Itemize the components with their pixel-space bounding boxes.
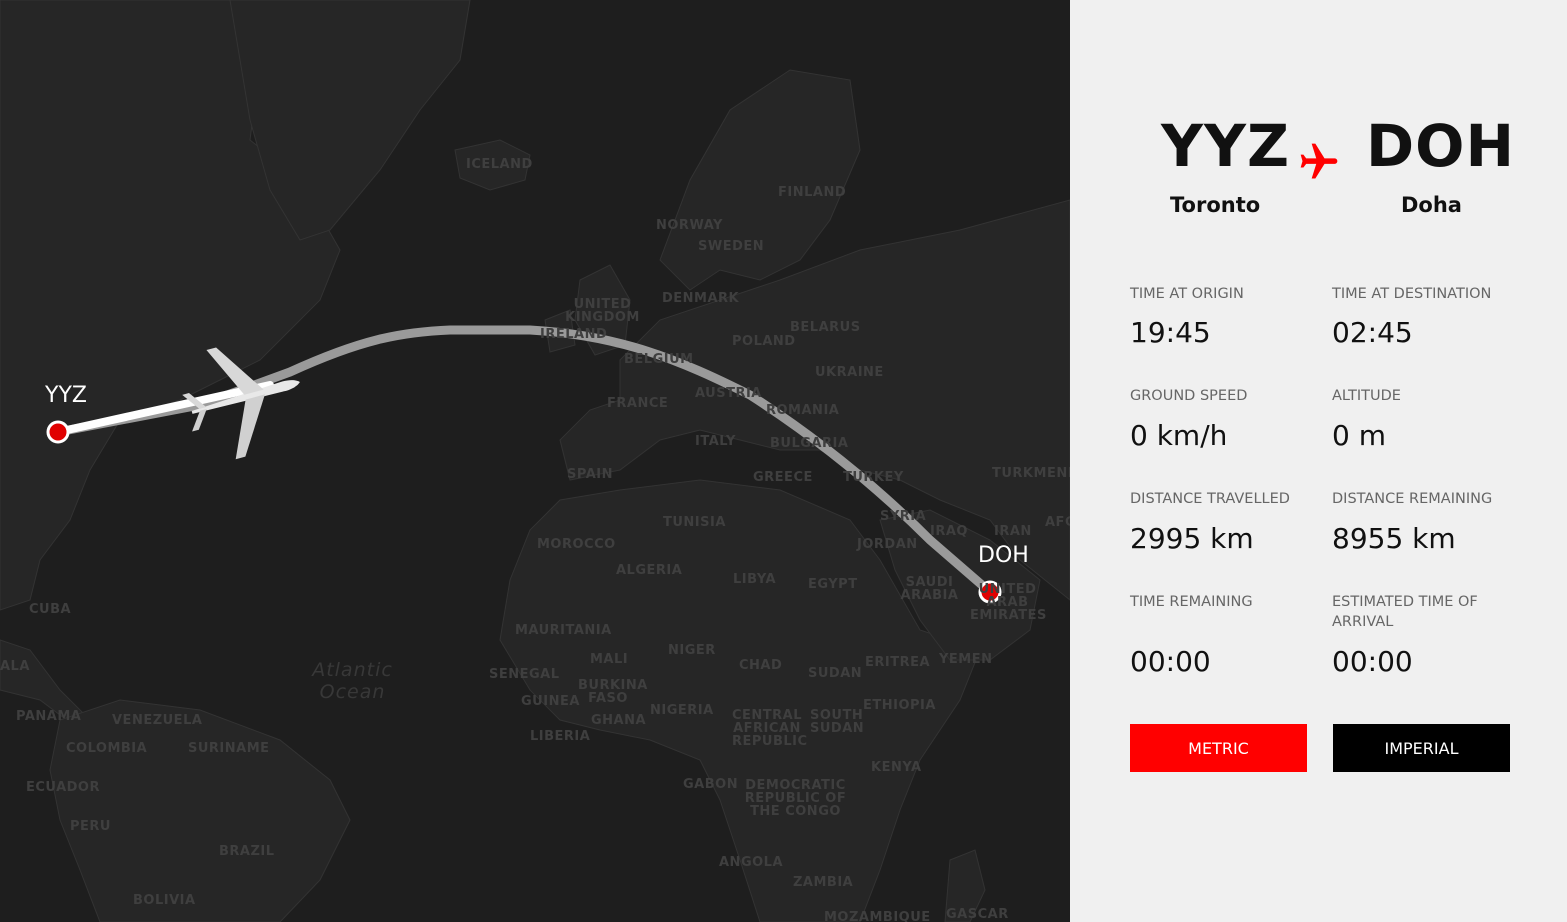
map-label-liberia: LIBERIA [530,729,591,744]
map-label-gabon: GABON [683,777,739,792]
map-label-libya: LIBYA [733,572,777,587]
map-label-morocco: MOROCCO [537,537,616,552]
map-label-mozambique: MOZAMBIQUE [824,910,931,922]
map-label-tunisia: TUNISIA [663,515,726,530]
distance-travelled-value: 2995 km [1130,522,1254,555]
plane-icon [1300,143,1338,179]
map-label-yemen: YEMEN [939,652,993,667]
time-at-destination-value: 02:45 [1332,316,1413,349]
map-label-car: CENTRAL AFRICAN REPUBLIC [732,708,808,749]
distance-remaining-value: 8955 km [1332,522,1456,555]
map-label-united-kingdom: UNITED KINGDOM [565,297,640,325]
map-label-peru: PERU [70,819,111,834]
origin-city: Toronto [1170,193,1261,217]
map-label-colombia: COLOMBIA [66,741,148,756]
map-label-greece: GREECE [753,470,813,485]
map-label-afg: AFG [1045,515,1070,530]
map-label-italy: ITALY [695,434,736,449]
altitude-value: 0 m [1332,419,1386,452]
origin-map-code: YYZ [45,383,87,408]
map-label-sudan: SUDAN [808,666,863,681]
map-label-ireland: IRELAND [540,327,608,342]
map-label-finland: FINLAND [778,185,847,200]
map-label-madagascar: GASCAR [946,907,1009,922]
map-label-jordan: JORDAN [857,537,918,552]
map-label-mali: MALI [590,652,629,667]
map-label-guinea: GUINEA [521,694,580,709]
map-label-saudi-arabia: SAUDI ARABIA [900,575,959,603]
map-label-spain: SPAIN [567,467,613,482]
map-label-mauritania: MAURITANIA [515,623,612,638]
map-canvas [0,0,1070,922]
map-label-egypt: EGYPT [808,577,858,592]
map-label-sweden: SWEDEN [698,239,765,254]
map-label-senegal: SENEGAL [489,667,560,682]
map-label-romania: ROMANIA [766,403,840,418]
map-label-chad: CHAD [739,658,783,673]
origin-marker [46,420,70,444]
map-label-suriname: SURINAME [188,741,270,756]
map-label-turkey: TURKEY [843,470,904,485]
map-label-uae: UNITED ARAB EMIRATES [970,582,1047,623]
map-label-syria: SYRIA [880,509,927,524]
map-label-zambia: ZAMBIA [793,875,854,890]
time-at-origin-label: TIME AT ORIGIN [1130,286,1244,302]
map-label-niger: NIGER [668,643,716,658]
origin-code: YYZ [1161,112,1291,180]
map-label-denmark: DENMARK [662,291,740,306]
map-label-venezuela: VENEZUELA [112,713,203,728]
map-label-iran: IRAN [994,524,1032,539]
time-remaining-label: TIME REMAINING [1130,594,1253,610]
map-label-ala: ALA [0,659,30,674]
map-label-algeria: ALGERIA [616,563,683,578]
map-label-burkina-faso: BURKINA FASO [578,678,648,706]
flight-info-panel: YYZ DOH Toronto Doha TIME AT ORIGIN 19:4… [1070,0,1567,922]
map-label-ethiopia: ETHIOPIA [863,698,936,713]
south-america-landmass [49,699,351,922]
eta-label: ESTIMATED TIME OF ARRIVAL [1332,594,1478,630]
ground-speed-value: 0 km/h [1130,419,1228,452]
map-label-kenya: KENYA [871,760,922,775]
map-label-belgium: BELGIUM [624,352,694,367]
map-label-panama: PANAMA [16,709,82,724]
time-at-destination-label: TIME AT DESTINATION [1332,286,1492,302]
map-label-cuba: CUBA [29,602,72,617]
destination-city: Doha [1401,193,1462,217]
map-label-norway: NORWAY [656,218,723,233]
map-label-atlantic-ocean: Atlantic Ocean [312,659,393,703]
flight-map[interactable]: ICELAND FINLAND NORWAY SWEDEN UNITED KIN… [0,0,1070,922]
map-label-south-sudan: SOUTH SUDAN [810,708,865,736]
map-label-angola: ANGOLA [719,855,784,870]
map-label-ukraine: UKRAINE [815,365,884,380]
map-label-ghana: GHANA [591,713,647,728]
destination-map-code: DOH [978,543,1029,568]
map-label-eritrea: ERITREA [865,655,931,670]
map-label-turkmenistan: TURKMENIS [992,466,1070,481]
imperial-button[interactable]: IMPERIAL [1333,724,1510,772]
map-label-nigeria: NIGERIA [650,703,714,718]
distance-remaining-label: DISTANCE REMAINING [1332,491,1493,507]
altitude-label: ALTITUDE [1332,388,1401,404]
map-label-austria: AUSTRIA [695,386,762,401]
destination-code: DOH [1366,112,1515,180]
map-label-iraq: IRAQ [930,524,968,539]
scandinavia-landmass [659,69,861,291]
time-remaining-value: 00:00 [1130,645,1211,678]
map-label-belarus: BELARUS [790,320,861,335]
map-label-france: FRANCE [607,396,669,411]
distance-travelled-label: DISTANCE TRAVELLED [1130,491,1290,507]
map-label-poland: POLAND [732,334,796,349]
map-label-bulgaria: BULGARIA [770,436,849,451]
ground-speed-label: GROUND SPEED [1130,388,1248,404]
time-at-origin-value: 19:45 [1130,316,1211,349]
eta-value: 00:00 [1332,645,1413,678]
map-label-brazil: BRAZIL [219,844,275,859]
map-label-drc: DEMOCRATIC REPUBLIC OF THE CONGO [744,778,847,819]
map-label-ecuador: ECUADOR [26,780,100,795]
map-label-bolivia: BOLIVIA [133,893,196,908]
metric-button[interactable]: METRIC [1130,724,1307,772]
map-label-iceland: ICELAND [466,157,533,172]
